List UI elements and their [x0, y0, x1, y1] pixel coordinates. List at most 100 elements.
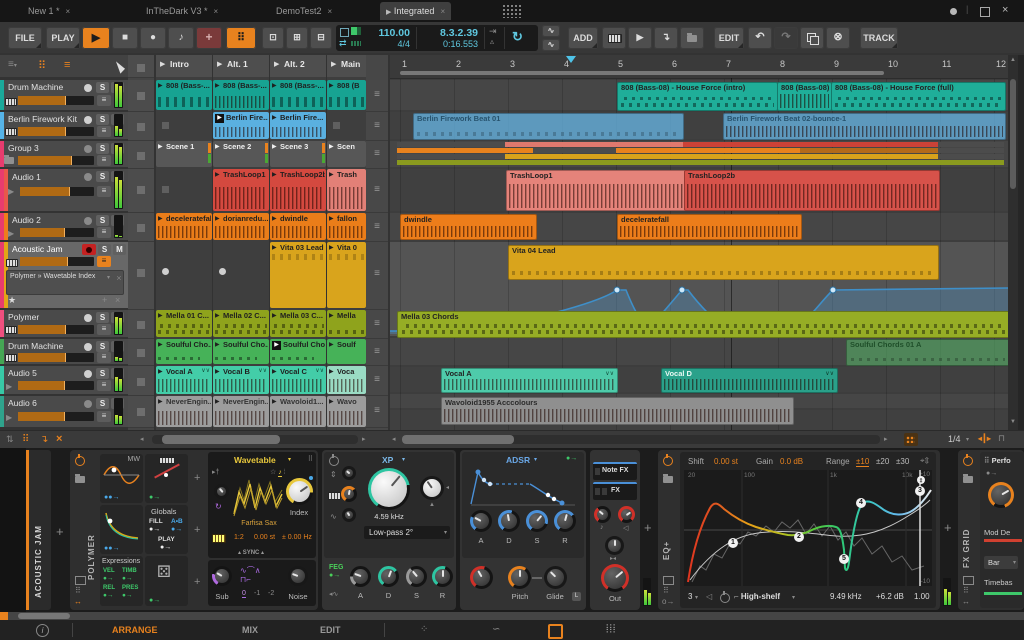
record-arm-button[interactable]	[84, 116, 92, 124]
chevron-down-icon[interactable]: ▾	[107, 274, 110, 281]
arranger-clip[interactable]: TrashLoop2b	[684, 170, 940, 211]
bend-knob[interactable]	[470, 566, 493, 589]
vertical-scrollbar[interactable]: ▲ ▼	[1008, 55, 1018, 430]
clip-queue-icon[interactable]: ≡	[366, 366, 388, 396]
playhead-marker-icon[interactable]	[566, 56, 576, 63]
feg-release-knob[interactable]	[432, 566, 453, 587]
track-header[interactable]: Drum Machine SM ≡	[0, 339, 128, 364]
track-name[interactable]: Drum Machine	[8, 341, 80, 351]
launcher-clip[interactable]: ▶ Vocal A ∨∨	[156, 366, 212, 394]
close-icon[interactable]: ×	[66, 7, 71, 16]
track-header[interactable]: Audio 5 SM ▶ ≡	[0, 366, 128, 394]
sub-octave-0[interactable]: 0	[242, 590, 246, 598]
clip-queue-icon[interactable]: ≡	[366, 339, 388, 366]
osc-options-icon[interactable]: ⠿	[308, 455, 313, 463]
remote-controls-icon[interactable]	[663, 576, 674, 585]
shape-knob[interactable]	[214, 484, 229, 499]
add-modulator-button[interactable]: +	[194, 524, 200, 536]
launcher-clip[interactable]: ▶ 808 (Bass-...	[156, 80, 212, 110]
redo-button[interactable]: ↷	[774, 27, 798, 49]
eq-curve[interactable]: ⇕	[684, 470, 932, 586]
velocity-knob[interactable]	[594, 506, 611, 523]
osc-detune[interactable]: 0.00 st	[254, 534, 275, 541]
record-arm-button[interactable]	[84, 145, 92, 153]
follow-icon[interactable]: ↴	[40, 434, 48, 445]
track-menu-icon[interactable]: ≡	[97, 411, 111, 422]
favorite-star-icon[interactable]: ★	[8, 295, 16, 306]
launcher-clip[interactable]: ▶ Mella 03 C...	[270, 310, 326, 337]
file-menu-button[interactable]: FILE	[8, 27, 42, 49]
loop-region-bar[interactable]	[400, 71, 884, 75]
play-dot[interactable]: ●→	[160, 544, 171, 551]
undo-button[interactable]: ↶	[748, 27, 772, 49]
mod-routing-icon[interactable]: ●●→	[104, 545, 119, 552]
empty-clip-slot[interactable]	[333, 122, 340, 129]
feg-decay-knob[interactable]	[378, 566, 399, 587]
tab-project-active[interactable]: ▶ Integrated ×	[380, 2, 452, 20]
maximize-icon[interactable]	[980, 7, 990, 17]
scroll-left-icon[interactable]: ◂	[140, 435, 144, 443]
track-menu-icon[interactable]: ≡	[97, 380, 111, 391]
groove-button[interactable]: ⠿	[226, 27, 256, 49]
add-device-button[interactable]: +	[56, 524, 64, 539]
volume-fader[interactable]	[18, 156, 94, 165]
grid-icon[interactable]: ⠿	[663, 586, 669, 595]
device-adsr[interactable]: ADSR ▾ ●→ ADSR Pitch Glide L	[460, 450, 586, 610]
track-header[interactable]: Drum Machine SM ≡	[0, 80, 128, 110]
resonance-knob[interactable]	[420, 476, 444, 500]
mute-button[interactable]: M	[113, 244, 126, 255]
clip-queue-icon[interactable]: ≡	[366, 112, 388, 141]
eq-shift-value[interactable]: 0.00 st	[714, 457, 738, 466]
shuffle-icon[interactable]: ⇄	[339, 38, 347, 49]
solo-button[interactable]: S	[96, 368, 109, 379]
empty-clip-slot[interactable]	[162, 122, 169, 129]
feg-sustain-knob[interactable]	[406, 566, 427, 587]
launcher-clip[interactable]: ▶ Wavoloid1...	[270, 396, 326, 427]
eq-band-count[interactable]: 3	[688, 592, 692, 601]
mod-routing-icon[interactable]: ●→	[986, 470, 997, 477]
mod-depth-knob[interactable]	[988, 482, 1014, 508]
group-track-summary[interactable]	[390, 141, 1008, 167]
play-button[interactable]: ▶	[82, 27, 110, 49]
pitch-knob[interactable]	[508, 566, 531, 589]
track-header[interactable]: Audio 6 SM ▶ ≡	[0, 396, 128, 427]
band-freq-value[interactable]: 9.49 kHz	[830, 592, 862, 601]
play-menu-button[interactable]: PLAY	[46, 27, 80, 49]
chevron-down-icon[interactable]: ▾	[534, 456, 537, 463]
sub-octave-2[interactable]: -2	[268, 590, 274, 597]
group-scene-slot[interactable]: ▶ Scen	[327, 141, 366, 167]
device-presets-icon[interactable]	[963, 474, 973, 483]
io-routing-icon[interactable]: o→	[662, 597, 674, 606]
volume-fader[interactable]	[18, 325, 94, 334]
launcher-h-scrollbar[interactable]	[152, 435, 358, 444]
envelope-display[interactable]	[468, 468, 578, 506]
track-menu-icon[interactable]: ≡	[97, 352, 111, 363]
eq-band-handle[interactable]: 5	[839, 554, 849, 564]
latch-badge[interactable]: L	[572, 592, 581, 601]
band-gain-value[interactable]: +6.2 dB	[876, 592, 904, 601]
launcher-clip[interactable]: ▶ Mella	[327, 310, 366, 337]
solo-button[interactable]: S	[96, 82, 109, 93]
punch-in-button[interactable]: ⊞	[286, 27, 308, 49]
sub-wave-icons2[interactable]: ⊓⌐	[240, 575, 251, 584]
clip-queue-icon[interactable]: ≡	[366, 242, 388, 310]
position-display[interactable]: 8.3.2.39	[420, 27, 478, 39]
remote-controls-icon[interactable]	[963, 576, 974, 585]
volume-fader[interactable]	[18, 96, 94, 105]
track-menu-icon[interactable]: ≡	[97, 324, 111, 335]
launcher-clip[interactable]: ▶ 808 (B	[327, 80, 366, 110]
add-effect-track-button[interactable]: ↴	[654, 27, 678, 49]
oscillator-type[interactable]: Wavetable	[234, 455, 276, 465]
launcher-clip[interactable]: ▶ Soulful Cho...	[156, 339, 212, 364]
group-scene-slot[interactable]: ▶ Scene 3	[270, 141, 326, 167]
io-routing-icon[interactable]: ↔	[962, 597, 970, 606]
record-arm-button[interactable]	[84, 370, 92, 378]
eq-range-20[interactable]: ±20	[876, 457, 889, 466]
launcher-clip[interactable]: ▶ deceleratefall	[156, 213, 212, 240]
arranger-clip[interactable]: Berlin Firework Beat 02-bounce-1	[723, 113, 1006, 140]
feg-attack-knob[interactable]	[350, 566, 371, 587]
volume-fader[interactable]	[18, 381, 94, 390]
fx-button[interactable]: FX	[593, 482, 637, 500]
scene-header[interactable]: ▶ Main	[327, 55, 366, 77]
add-menu-button[interactable]: ADD	[568, 27, 598, 49]
